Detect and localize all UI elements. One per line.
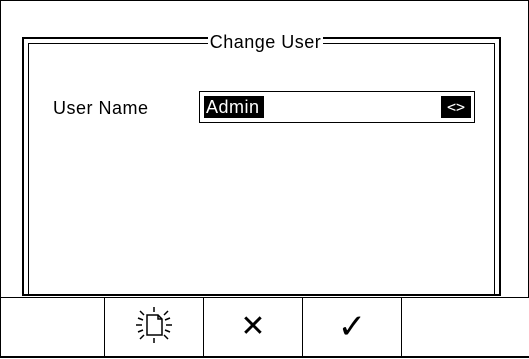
softkey-bar: ✕ ✓ xyxy=(1,297,529,359)
cancel-icon: ✕ xyxy=(240,309,266,344)
confirm-softkey[interactable]: ✓ xyxy=(302,297,402,357)
new-user-softkey[interactable] xyxy=(104,297,204,357)
new-document-icon xyxy=(134,305,174,350)
softkey-blank-right[interactable] xyxy=(401,297,529,357)
user-name-field[interactable]: Admin <> xyxy=(199,91,475,123)
user-name-label: User Name xyxy=(53,98,149,118)
dialog-inner-frame xyxy=(28,43,495,294)
cancel-softkey[interactable]: ✕ xyxy=(203,297,303,357)
user-select-toggle-button[interactable]: <> xyxy=(441,96,471,118)
device-screen: Change User User Name Admin <> ✕ ✓ xyxy=(0,0,529,358)
user-name-value[interactable]: Admin xyxy=(204,96,264,118)
checkmark-icon: ✓ xyxy=(337,307,367,347)
softkey-blank-left[interactable] xyxy=(1,297,105,357)
